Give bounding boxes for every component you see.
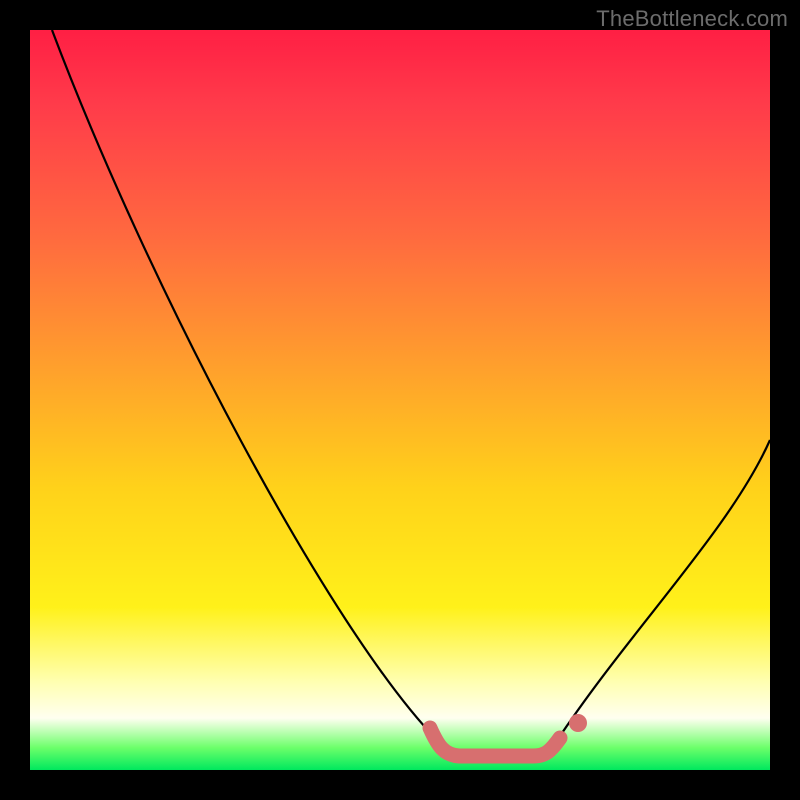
plot-area [30,30,770,770]
bottleneck-curve [52,30,770,756]
watermark-text: TheBottleneck.com [596,6,788,32]
trough-marker [430,728,560,756]
trough-end-dot [569,714,587,732]
chart-frame: TheBottleneck.com [0,0,800,800]
curve-svg [30,30,770,770]
